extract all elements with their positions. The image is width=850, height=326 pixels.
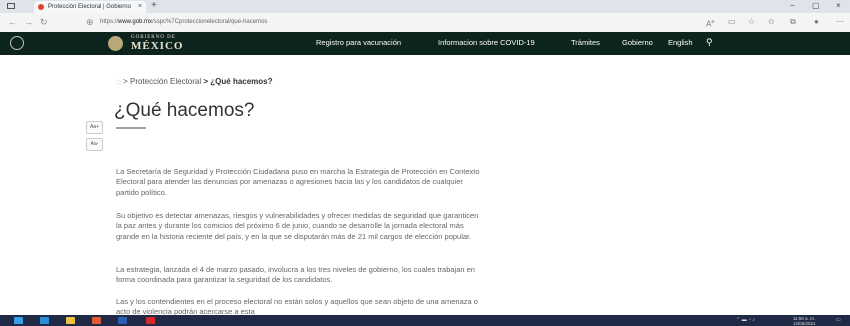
increase-text-button[interactable]: Aa+ — [86, 121, 103, 134]
file-explorer-icon[interactable] — [66, 317, 75, 324]
breadcrumb-separator-2: > — [203, 77, 209, 86]
paragraph-1: La Secretaría de Seguridad y Protección … — [116, 167, 480, 197]
maximize-button[interactable]: ▢ — [812, 0, 820, 12]
clock-date: 12/05/2021 — [793, 321, 816, 326]
browser-tab[interactable]: Protección Electoral | Gobierno × — [34, 1, 146, 13]
breadcrumb-separator: > — [123, 77, 128, 86]
back-icon[interactable]: ← — [8, 17, 17, 27]
taskbar: ⌃ ▬ ◔ ♪ 11:50 a. m. 12/05/2021 ▭ — [0, 315, 850, 326]
start-icon[interactable] — [14, 317, 23, 324]
shield-logo-icon — [108, 36, 123, 51]
address-bar-row: ← → ↻ ⊕ https://www.gob.mx/sspc%7Cprotec… — [0, 13, 850, 33]
nav-link-covid[interactable]: Informacion sobre COVID-19 — [438, 38, 535, 48]
url-host: www.gob.mx — [118, 19, 153, 25]
tab-close-button[interactable]: × — [138, 1, 142, 13]
lock-icon: ⊕ — [86, 17, 94, 27]
word-icon[interactable] — [118, 317, 127, 324]
clock[interactable]: 11:50 a. m. 12/05/2021 — [793, 316, 816, 326]
page-title: ¿Qué hacemos? — [114, 100, 255, 121]
logo-bottom-text: MÉXICO — [131, 40, 184, 52]
nav-link-tramites[interactable]: Trámites — [571, 38, 600, 48]
url-field[interactable]: https://www.gob.mx/sspc%7Cproteccionelec… — [100, 16, 680, 29]
nav-link-vacunacion[interactable]: Registro para vacunación — [316, 38, 401, 48]
new-tab-button[interactable]: + — [151, 0, 157, 12]
close-window-button[interactable]: × — [836, 0, 841, 12]
breadcrumb: ⌂ > Protección Electoral > ¿Qué hacemos? — [116, 77, 273, 87]
profile-icon[interactable]: ● — [814, 17, 819, 27]
nav-link-gobierno[interactable]: Gobierno — [622, 38, 653, 48]
more-icon[interactable]: ⋯ — [836, 17, 844, 27]
tab-actions-icon[interactable] — [7, 3, 15, 9]
site-header: GOBIERNO DE MÉXICO Registro para vacunac… — [0, 32, 850, 55]
minimize-button[interactable]: − — [790, 0, 795, 12]
url-prefix: https:// — [100, 19, 119, 25]
home-icon[interactable]: ⌂ — [116, 77, 121, 86]
refresh-icon[interactable]: ↻ — [40, 17, 48, 27]
read-aloud-icon[interactable]: Aa — [706, 17, 714, 30]
browser-tab-strip: Protección Electoral | Gobierno × + − ▢ … — [0, 0, 850, 13]
paragraph-3: La estrategia, lanzada el 4 de marzo pas… — [116, 265, 475, 285]
breadcrumb-section-link[interactable]: Protección Electoral — [130, 77, 201, 86]
paragraph-2: Su objetivo es detectar amenazas, riesgo… — [116, 211, 479, 241]
search-icon[interactable]: ⚲ — [706, 37, 713, 48]
forward-icon[interactable]: → — [24, 17, 33, 27]
url-path: /sspc%7Cproteccionelectoral/que-hacemos — [152, 19, 268, 25]
favicon-icon — [38, 4, 44, 10]
edge-icon[interactable] — [40, 317, 49, 324]
seal-icon[interactable] — [10, 36, 24, 50]
decrease-text-button[interactable]: Aa- — [86, 138, 103, 151]
collections-icon[interactable]: ⧉ — [790, 17, 796, 27]
title-underline — [116, 127, 146, 129]
nav-link-english[interactable]: English — [668, 38, 693, 48]
notifications-icon[interactable]: ▭ — [836, 316, 841, 325]
favorite-icon[interactable]: ☆ — [748, 17, 755, 27]
chrome-icon[interactable] — [92, 317, 101, 324]
system-tray-icons[interactable]: ⌃ ▬ ◔ ♪ — [736, 316, 755, 325]
reader-view-icon[interactable]: ▭ — [728, 17, 736, 27]
favorites-icon[interactable]: ✩ — [768, 17, 775, 27]
acrobat-icon[interactable] — [146, 317, 155, 324]
tab-title: Protección Electoral | Gobierno — [48, 4, 131, 10]
breadcrumb-current: ¿Qué hacemos? — [210, 77, 273, 86]
